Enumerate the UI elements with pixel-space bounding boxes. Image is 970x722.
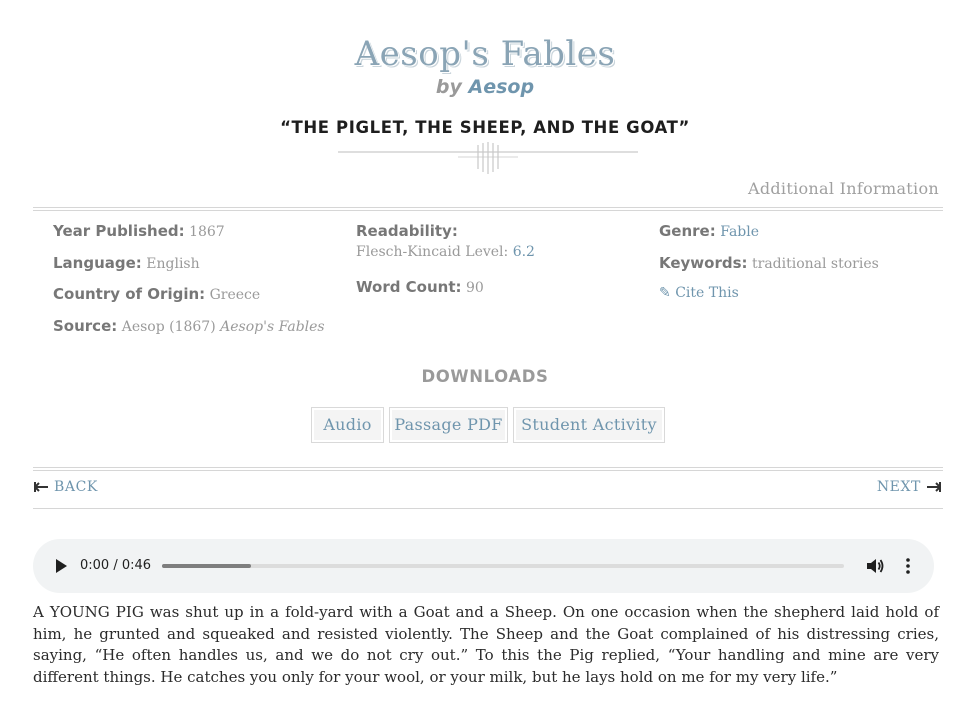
language: Language: English	[53, 254, 200, 272]
author-link[interactable]: Aesop	[469, 76, 535, 98]
play-icon[interactable]	[54, 558, 68, 574]
keywords: Keywords: traditional stories	[659, 254, 879, 272]
cite-label: Cite This	[675, 285, 739, 301]
audio-time: 0:00 / 0:46	[80, 558, 152, 573]
year-label: Year Published:	[53, 222, 185, 240]
wordcount-value: 90	[465, 280, 484, 296]
volume-icon[interactable]	[866, 557, 884, 575]
arrow-left-icon	[34, 482, 48, 492]
button-label: Audio	[314, 410, 381, 440]
year-published: Year Published: 1867	[53, 222, 225, 240]
fk-label: Flesch-Kincaid Level:	[356, 244, 509, 260]
downloads-heading: DOWNLOADS	[421, 367, 549, 386]
readability-label: Readability:	[356, 222, 458, 240]
next-link[interactable]: NEXT	[877, 479, 941, 495]
source-value: Aesop (1867)	[121, 319, 216, 335]
book-header: Aesop's Fables by Aesop	[0, 32, 970, 98]
story-title: “THE PIGLET, THE SHEEP, AND THE GOAT”	[280, 118, 690, 137]
genre: Genre: Fable	[659, 222, 759, 240]
story-passage: A YOUNG PIG was shut up in a fold-yard w…	[33, 603, 939, 687]
book-title[interactable]: Aesop's Fables	[0, 32, 970, 76]
source-title: Aesop's Fables	[220, 319, 325, 335]
audio-progress-slider[interactable]	[162, 564, 844, 568]
button-label: Student Activity	[516, 410, 662, 440]
language-label: Language:	[53, 254, 142, 272]
back-label: BACK	[54, 479, 98, 495]
pencil-icon: ✎	[659, 285, 671, 301]
country-label: Country of Origin:	[53, 285, 206, 303]
arrow-right-icon	[927, 482, 941, 492]
wordcount-label: Word Count:	[356, 278, 462, 296]
audio-player: 0:00 / 0:46	[33, 539, 934, 593]
keywords-value: traditional stories	[752, 256, 879, 272]
divider-ornament-icon	[338, 142, 638, 174]
country-value: Greece	[209, 287, 261, 303]
divider	[33, 508, 943, 509]
flesch-kincaid: Flesch-Kincaid Level: 6.2	[356, 244, 535, 260]
readability: Readability:	[356, 222, 458, 240]
divider	[33, 467, 943, 468]
passage-pdf-button[interactable]: Passage PDF	[389, 407, 508, 443]
genre-link[interactable]: Fable	[720, 224, 759, 240]
source: Source: Aesop (1867) Aesop's Fables	[53, 317, 325, 335]
genre-label: Genre:	[659, 222, 716, 240]
word-count: Word Count: 90	[356, 278, 484, 296]
byline: by Aesop	[0, 76, 970, 98]
more-options-icon[interactable]	[903, 557, 913, 575]
button-label: Passage PDF	[392, 410, 505, 440]
year-value: 1867	[189, 224, 225, 240]
keywords-label: Keywords:	[659, 254, 748, 272]
fk-value-link[interactable]: 6.2	[513, 244, 535, 260]
back-link[interactable]: BACK	[34, 479, 98, 495]
audio-download-button[interactable]: Audio	[311, 407, 384, 443]
divider	[33, 210, 943, 211]
additional-information-heading: Additional Information	[747, 179, 939, 198]
divider	[33, 470, 943, 471]
audio-buffered-bar	[162, 564, 251, 568]
source-label: Source:	[53, 317, 118, 335]
cite-this-link[interactable]: ✎ Cite This	[659, 285, 739, 301]
student-activity-button[interactable]: Student Activity	[513, 407, 665, 443]
country-of-origin: Country of Origin: Greece	[53, 285, 260, 303]
byline-prefix: by	[435, 76, 462, 98]
language-value: English	[146, 256, 200, 272]
divider	[33, 207, 943, 208]
next-label: NEXT	[876, 479, 921, 495]
